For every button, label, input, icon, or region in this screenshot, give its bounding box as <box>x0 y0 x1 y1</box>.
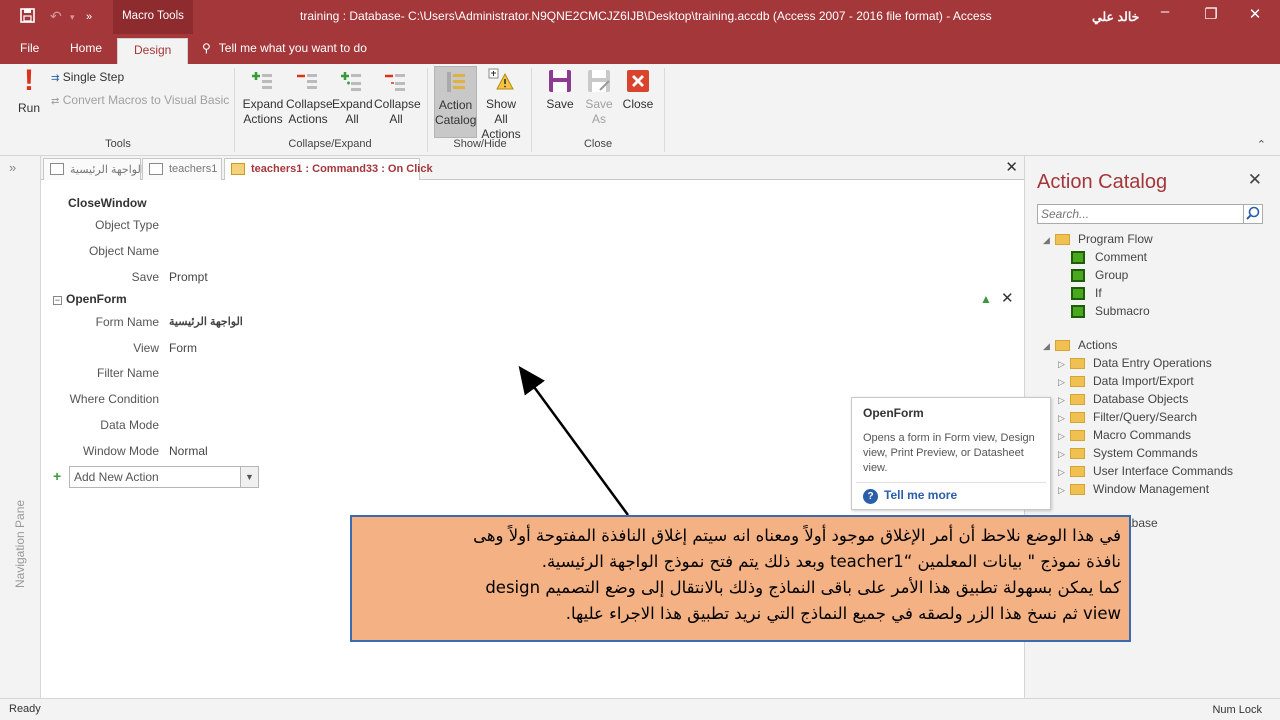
callout-line-3: كما يمكن بسهولة تطبيق هذا الأمر على باقى… <box>485 578 1121 597</box>
callout-line-1: في هذا الوضع نلاحظ أن أمر الإغلاق موجود … <box>473 526 1121 545</box>
callout-line-2: نافذة نموذج " بيانات المعلمين “teacher1 … <box>541 552 1121 571</box>
explanation-callout: في هذا الوضع نلاحظ أن أمر الإغلاق موجود … <box>350 515 1131 642</box>
status-bar: Ready Num Lock <box>0 698 1280 720</box>
callout-line-4: view ثم نسخ هذا الزر ولصقه في جميع النما… <box>565 604 1121 623</box>
num-lock-indicator: Num Lock <box>1212 704 1262 716</box>
status-text: Ready <box>9 703 41 715</box>
